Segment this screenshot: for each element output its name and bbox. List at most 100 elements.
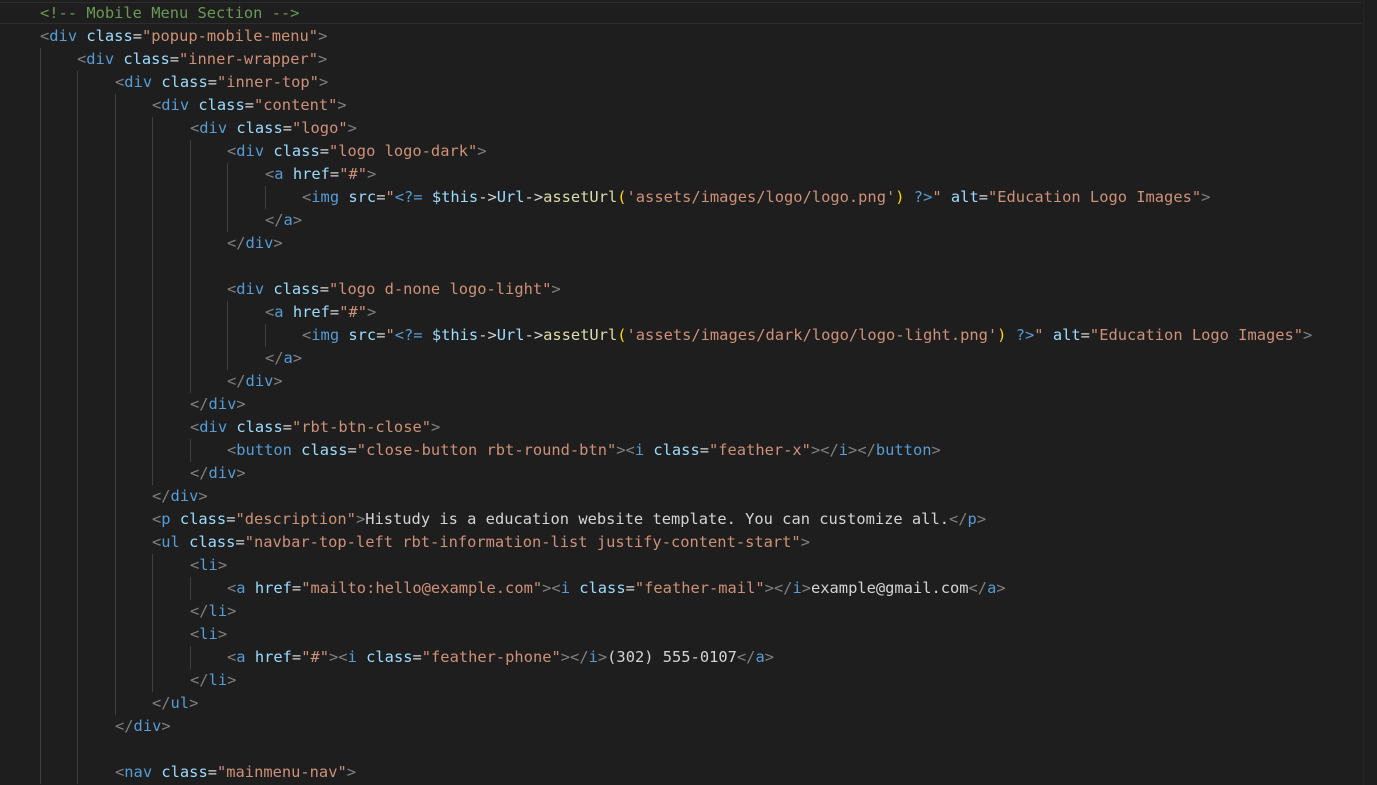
code-line[interactable]: <div class="inner-top"> (115, 71, 328, 94)
indent-guide (190, 370, 191, 393)
code-line[interactable]: </div> (227, 232, 283, 255)
code-line[interactable]: <a href="mailto:hello@example.com"><i cl… (227, 577, 1006, 600)
indent-guide (115, 117, 116, 140)
code-line[interactable]: </a> (265, 209, 302, 232)
code-token: button (236, 441, 292, 459)
code-token: div (124, 73, 153, 91)
code-line[interactable]: </li> (190, 669, 236, 692)
code-line[interactable]: </div> (152, 485, 208, 508)
indent-guide (77, 577, 78, 600)
vertical-scrollbar[interactable] (1363, 0, 1377, 785)
code-token: > (560, 648, 571, 666)
indent-guide (152, 140, 153, 163)
code-line[interactable]: <a href="#"><i class="feather-phone"></i… (227, 646, 774, 669)
code-line[interactable]: </div> (115, 715, 171, 738)
code-token: < (265, 165, 275, 183)
indent-guide (115, 554, 116, 577)
indent-guide (152, 646, 153, 669)
code-token: class (198, 96, 245, 114)
code-line[interactable]: <li> (190, 554, 227, 577)
indent-guide (115, 669, 116, 692)
code-editor[interactable]: <!-- Mobile Menu Section --> <div class="… (0, 0, 1377, 785)
code-token: div (199, 119, 228, 137)
indent-guide (77, 715, 78, 738)
indent-guide (115, 692, 116, 715)
code-token: (302) 555-0107 (607, 648, 737, 666)
code-token: = (207, 763, 217, 781)
code-line[interactable]: <img src="<?= $this->Url->assetUrl('asse… (302, 186, 1210, 209)
indent-guide (265, 324, 266, 347)
code-token: > (217, 625, 228, 643)
code-token: ul (170, 694, 190, 712)
code-line[interactable]: <p class="description">Histudy is a educ… (152, 508, 986, 531)
code-token: < (265, 303, 275, 321)
code-token: -> (478, 188, 497, 206)
code-token: = (291, 579, 302, 597)
indent-guide (77, 301, 78, 324)
code-line[interactable]: <div class="logo"> (190, 117, 357, 140)
indent-guide (40, 554, 41, 577)
code-token: button (875, 441, 932, 459)
code-line[interactable]: </div> (190, 462, 246, 485)
code-token: < (152, 533, 162, 551)
code-line[interactable]: <li> (190, 623, 227, 646)
code-token: alt (950, 188, 979, 206)
code-line[interactable]: <img src="<?= $this->Url->assetUrl('asse… (302, 324, 1312, 347)
indent-guide (77, 554, 78, 577)
code-line[interactable]: <a href="#"> (265, 163, 376, 186)
indent-guide (152, 255, 153, 278)
code-token: > (764, 648, 774, 666)
code-token: 'assets/images/dark/logo/logo-light.png' (626, 326, 998, 344)
code-token: > (236, 395, 246, 413)
code-line[interactable]: <ul class="navbar-top-left rbt-informati… (152, 531, 810, 554)
code-line[interactable]: </li> (190, 600, 236, 623)
code-token: a (236, 579, 246, 597)
indent-guide (265, 186, 266, 209)
code-line[interactable]: <nav class="mainmenu-nav"> (115, 761, 356, 784)
code-token: a (274, 303, 284, 321)
code-token: </ (736, 648, 756, 666)
indent-guide (40, 692, 41, 715)
code-token: > (337, 96, 347, 114)
code-token: = (207, 73, 217, 91)
indent-guide (77, 485, 78, 508)
code-line[interactable]: </div> (190, 393, 246, 416)
indent-guide (115, 232, 116, 255)
code-line[interactable]: </div> (227, 370, 283, 393)
indent-guide (77, 370, 78, 393)
code-token: 'assets/images/logo/logo.png' (626, 188, 896, 206)
code-line[interactable]: <div class="logo logo-dark"> (227, 140, 487, 163)
code-line[interactable]: <a href="#"> (265, 301, 376, 324)
code-token: ?> (1015, 326, 1035, 344)
code-token: class (179, 510, 227, 528)
code-line[interactable]: <div class="logo d-none logo-light"> (227, 278, 561, 301)
code-line[interactable]: <div class="rbt-btn-close"> (190, 416, 440, 439)
code-token: = (282, 119, 292, 137)
code-line[interactable]: </ul> (152, 692, 198, 715)
code-token: </ (190, 395, 209, 413)
code-line[interactable]: <button class="close-button rbt-round-bt… (227, 439, 941, 462)
code-line[interactable]: <div class="popup-mobile-menu"> (40, 25, 327, 48)
indent-guide (40, 94, 41, 117)
code-line[interactable]: <div class="inner-wrapper"> (77, 48, 327, 71)
code-token: a (283, 211, 293, 229)
code-line[interactable]: <div class="content"> (152, 94, 347, 117)
indent-guide (40, 163, 41, 186)
code-token: = (1080, 326, 1090, 344)
code-line[interactable]: </a> (265, 347, 302, 370)
code-token: nav (124, 763, 153, 781)
code-line[interactable]: <!-- Mobile Menu Section --> (40, 2, 299, 25)
indent-guide (77, 393, 78, 416)
code-token: < (227, 648, 237, 666)
